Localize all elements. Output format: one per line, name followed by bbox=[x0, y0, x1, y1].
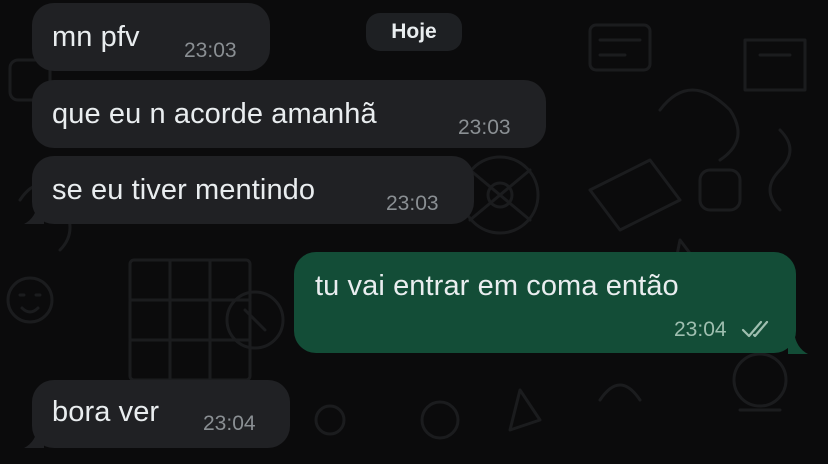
message-text: mn pfv bbox=[52, 21, 140, 53]
date-separator-chip: Hoje bbox=[366, 13, 462, 51]
message-timestamp: 23:04 bbox=[203, 412, 256, 435]
message-timestamp: 23:04 bbox=[674, 318, 727, 341]
message-timestamp: 23:03 bbox=[184, 39, 237, 62]
message-bubble-incoming[interactable]: bora ver 23:04 bbox=[32, 380, 290, 448]
message-bubble-incoming[interactable]: que eu n acorde amanhã 23:03 bbox=[32, 80, 546, 148]
bubble-tail-outgoing bbox=[788, 332, 808, 354]
message-bubble-incoming[interactable]: mn pfv 23:03 bbox=[32, 3, 270, 71]
message-text: tu vai entrar em coma então bbox=[315, 270, 679, 302]
message-text: bora ver bbox=[52, 396, 160, 428]
message-text: que eu n acorde amanhã bbox=[52, 98, 377, 130]
double-check-icon bbox=[741, 320, 769, 338]
date-separator-label: Hoje bbox=[391, 20, 437, 43]
message-timestamp: 23:03 bbox=[458, 116, 511, 139]
bubble-tail-incoming bbox=[24, 202, 44, 224]
message-bubble-outgoing[interactable]: tu vai entrar em coma então 23:04 bbox=[294, 252, 796, 353]
message-bubble-incoming[interactable]: se eu tiver mentindo 23:03 bbox=[32, 156, 474, 224]
message-text: se eu tiver mentindo bbox=[52, 174, 316, 206]
bubble-tail-incoming bbox=[24, 426, 44, 448]
message-timestamp: 23:03 bbox=[386, 192, 439, 215]
